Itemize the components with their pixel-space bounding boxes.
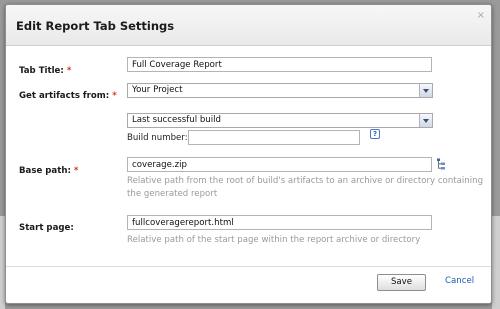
build-number-label: Build number:: [127, 133, 188, 143]
close-icon[interactable]: ×: [477, 10, 485, 21]
start-page-input[interactable]: [127, 215, 432, 230]
get-artifacts-label-text: Get artifacts from:: [19, 91, 110, 101]
base-path-input[interactable]: [127, 157, 432, 172]
required-mark: *: [66, 66, 72, 76]
build-number-input[interactable]: [188, 130, 360, 145]
build-select[interactable]: Last successful build: [127, 113, 433, 128]
base-path-hint-line1: Relative path from the root of build's a…: [127, 176, 484, 186]
dialog-footer: Save Cancel: [6, 266, 491, 303]
dialog-title: Edit Report Tab Settings: [16, 19, 175, 33]
save-button[interactable]: Save: [377, 274, 426, 291]
dialog-header: Edit Report Tab Settings ×: [6, 5, 491, 46]
edit-report-tab-dialog: Edit Report Tab Settings × Tab Title: * …: [5, 4, 492, 304]
help-icon[interactable]: ?: [370, 129, 380, 139]
get-artifacts-select[interactable]: Your Project: [127, 83, 433, 98]
tab-title-label: Tab Title: *: [19, 66, 71, 76]
base-path-label-text: Base path:: [19, 166, 71, 176]
get-artifacts-selected: Your Project: [132, 85, 183, 95]
start-page-label: Start page:: [19, 223, 74, 233]
base-path-label: Base path: *: [19, 166, 78, 176]
tab-title-label-text: Tab Title:: [19, 66, 64, 76]
chevron-down-icon: [419, 84, 432, 97]
artifact-tree-icon[interactable]: [436, 158, 446, 170]
required-mark: *: [73, 166, 79, 176]
get-artifacts-label: Get artifacts from: *: [19, 91, 117, 101]
start-page-hint: Relative path of the start page within t…: [127, 235, 421, 245]
required-mark: *: [112, 91, 117, 101]
background-panel-right: [492, 216, 500, 309]
cancel-link[interactable]: Cancel: [445, 276, 474, 286]
base-path-hint-line2: the generated report: [127, 188, 218, 199]
chevron-down-icon: [419, 114, 432, 127]
build-selected: Last successful build: [132, 115, 221, 125]
tab-title-input[interactable]: [127, 57, 432, 72]
base-path-hint: Relative path from the root of build's a…: [127, 175, 483, 200]
